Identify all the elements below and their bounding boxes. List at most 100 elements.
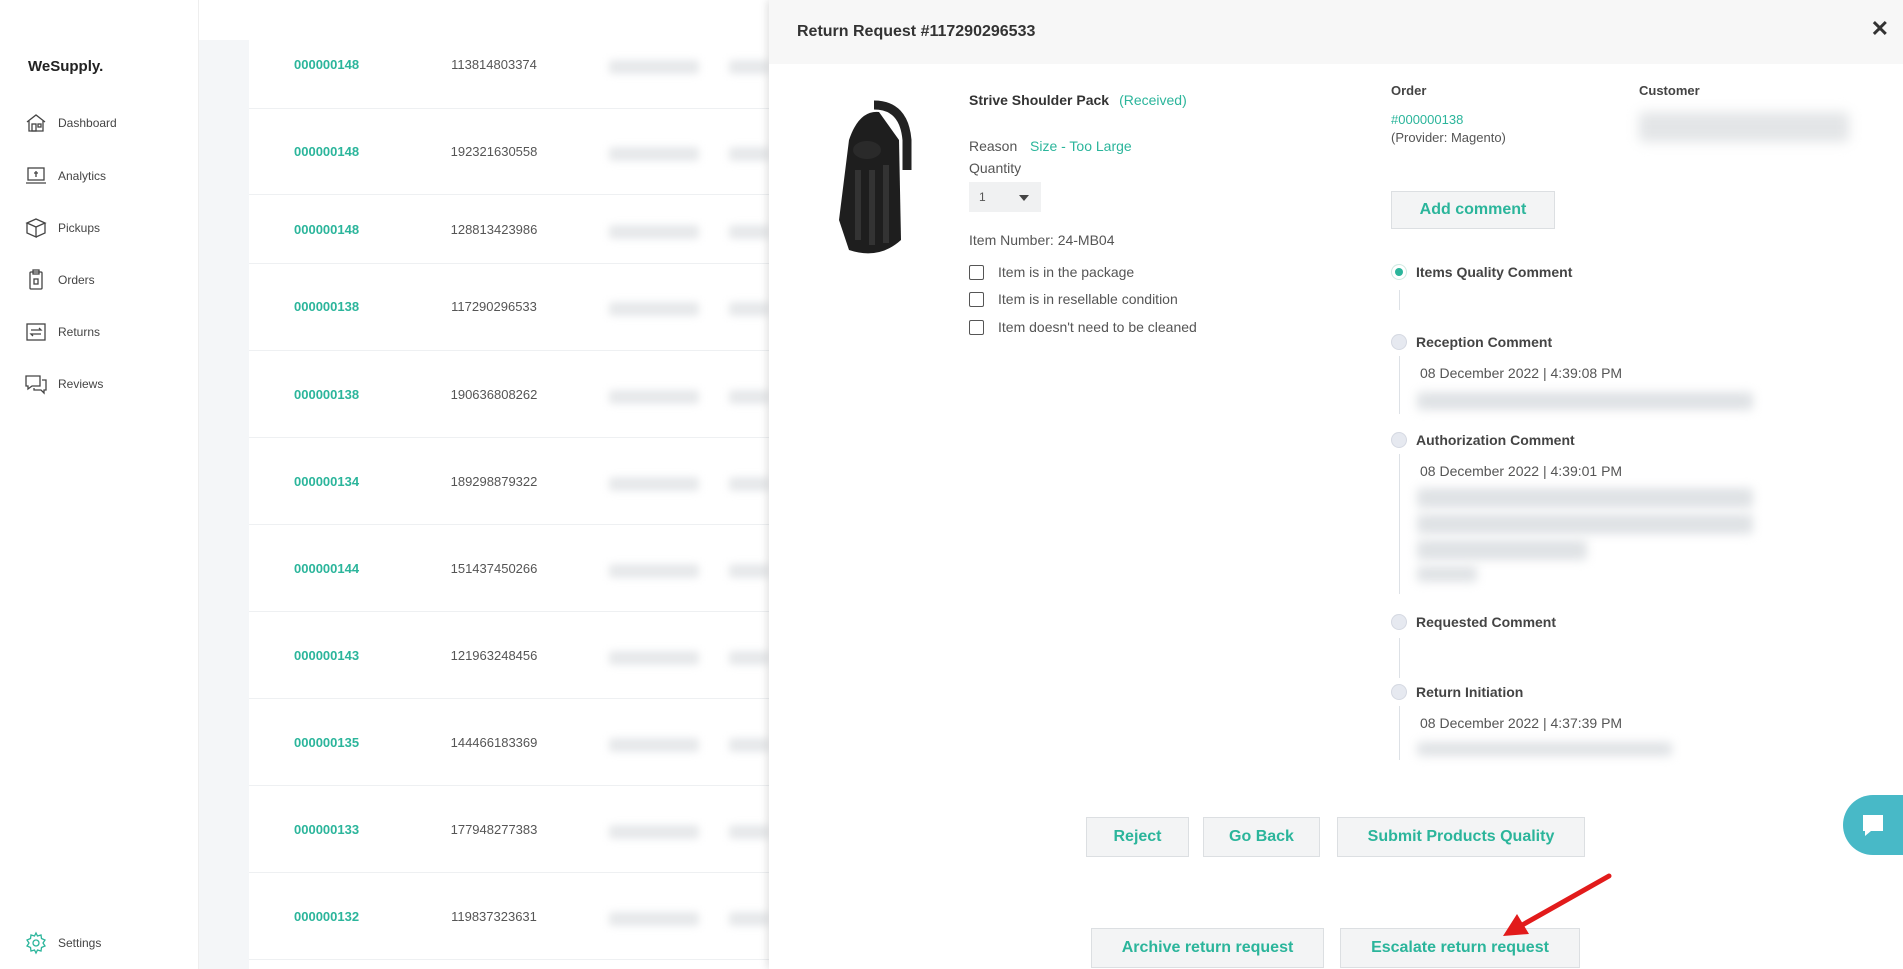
blurred-cell (609, 825, 699, 839)
order-link[interactable]: 000000135 (294, 735, 359, 750)
table-row[interactable]: 000000132 119837323631 (249, 873, 769, 960)
sidebar-item-dashboard[interactable]: Dashboard (24, 111, 117, 135)
sidebar-item-label: Settings (58, 936, 102, 950)
check-no-cleaning[interactable]: Item doesn't need to be cleaned (969, 319, 1197, 335)
reject-button[interactable]: Reject (1086, 817, 1189, 857)
order-link[interactable]: 000000143 (294, 648, 359, 663)
return-number: 151437450266 (450, 561, 538, 576)
order-link[interactable]: 000000144 (294, 561, 359, 576)
blurred-cell (729, 225, 769, 239)
chat-widget-button[interactable] (1843, 795, 1903, 855)
return-number: 119837323631 (451, 909, 537, 924)
blurred-cell (729, 825, 769, 839)
blurred-cell (729, 564, 769, 578)
modal-title: Return Request #117290296533 (797, 23, 1036, 40)
return-number: 113814803374 (451, 57, 537, 72)
order-link[interactable]: 000000134 (294, 474, 359, 489)
blurred-cell (609, 302, 699, 316)
reason-value: Size - Too Large (1030, 138, 1132, 154)
timeline-title: Authorization Comment (1416, 432, 1575, 448)
table-row[interactable]: 000000148 113814803374 (249, 40, 769, 109)
table-row[interactable]: 000000148 128813423986 (249, 195, 769, 264)
blurred-cell (729, 60, 769, 74)
comment-blurred (1417, 514, 1753, 534)
sidebar-item-analytics[interactable]: Analytics (24, 164, 106, 188)
timeline-title: Requested Comment (1416, 614, 1557, 630)
table-row[interactable]: 000000135 144466183369 (249, 699, 769, 786)
sidebar-item-label: Dashboard (58, 116, 117, 130)
sidebar-item-returns[interactable]: Returns (24, 320, 100, 344)
list-header (199, 0, 769, 40)
blurred-cell (609, 738, 699, 752)
blurred-cell (609, 564, 699, 578)
timeline-date: 08 December 2022 | 4:39:08 PM (1420, 365, 1623, 381)
order-link[interactable]: 000000133 (294, 822, 359, 837)
order-link[interactable]: 000000138 (294, 387, 359, 402)
table-row[interactable]: 000000148 192321630558 (249, 109, 769, 195)
blurred-cell (729, 477, 769, 491)
customer-info-blurred (1639, 112, 1849, 142)
checkbox-label: Item is in resellable condition (998, 291, 1178, 307)
reason-label: Reason (969, 138, 1018, 154)
timeline-dot-active (1391, 264, 1407, 280)
archive-return-request-button[interactable]: Archive return request (1091, 928, 1324, 968)
comment-blurred (1417, 392, 1753, 410)
sidebar-item-label: Analytics (58, 169, 107, 183)
order-link[interactable]: 000000148 (294, 57, 359, 72)
comment-blurred (1417, 566, 1477, 582)
analytics-icon (26, 167, 46, 184)
return-number: 121963248456 (450, 648, 538, 663)
order-link[interactable]: 000000138 (294, 299, 359, 314)
order-link[interactable]: 000000132 (294, 909, 359, 924)
sidebar-item-pickups[interactable]: Pickups (24, 216, 100, 240)
table-row[interactable]: 000000138 117290296533 (249, 264, 769, 351)
sidebar-item-label: Returns (58, 325, 101, 339)
checkbox[interactable] (969, 291, 984, 307)
sidebar-item-reviews[interactable]: Reviews (24, 372, 103, 396)
timeline-line (1399, 706, 1400, 760)
modal-header: Return Request #117290296533 ✕ (769, 0, 1903, 64)
sidebar-item-label: Reviews (58, 377, 104, 391)
product-status: (Received) (1119, 92, 1187, 108)
blurred-cell (609, 390, 699, 404)
timeline-title: Reception Comment (1416, 334, 1553, 350)
item-number: Item Number: 24-MB04 (969, 232, 1115, 248)
blurred-cell (609, 651, 699, 665)
order-link[interactable]: 000000148 (294, 144, 359, 159)
checkbox[interactable] (969, 319, 984, 335)
table-row[interactable]: 000000134 189298879322 (249, 438, 769, 525)
quantity-select[interactable]: 1 (969, 182, 1041, 212)
check-in-package[interactable]: Item is in the package (969, 264, 1134, 280)
table-row[interactable]: 000000138 190636808262 (249, 351, 769, 438)
sidebar: WeSupply. Dashboard Analytics Pickups Or… (0, 0, 199, 969)
timeline-dot (1391, 334, 1407, 350)
table-row[interactable]: 000000143 121963248456 (249, 612, 769, 699)
sidebar-item-settings[interactable]: Settings (24, 931, 101, 955)
checkbox-label: Item is in the package (998, 264, 1135, 280)
close-icon[interactable]: ✕ (1871, 18, 1889, 40)
blurred-cell (729, 147, 769, 161)
order-link[interactable]: 000000148 (294, 222, 359, 237)
timeline-date: 08 December 2022 | 4:39:01 PM (1420, 463, 1623, 479)
table-row[interactable]: 000000144 151437450266 (249, 525, 769, 612)
table-row[interactable]: 000000133 177948277383 (249, 786, 769, 873)
clipboard-icon (29, 269, 43, 290)
order-provider: (Provider: Magento) (1391, 130, 1506, 145)
order-label: Order (1391, 83, 1427, 98)
return-number: 177948277383 (450, 822, 538, 837)
blurred-cell (729, 912, 769, 926)
comment-blurred (1417, 488, 1753, 508)
sidebar-item-label: Orders (58, 273, 95, 287)
sidebar-item-orders[interactable]: Orders (24, 268, 95, 292)
return-request-modal: Return Request #117290296533 ✕ Strive Sh… (769, 0, 1903, 969)
returns-icon (26, 323, 46, 341)
go-back-button[interactable]: Go Back (1203, 817, 1320, 857)
timeline-line (1399, 290, 1400, 310)
add-comment-button[interactable]: Add comment (1391, 191, 1555, 229)
return-number: 190636808262 (450, 387, 538, 402)
check-resellable[interactable]: Item is in resellable condition (969, 291, 1178, 307)
submit-products-quality-button[interactable]: Submit Products Quality (1337, 817, 1585, 857)
checkbox[interactable] (969, 264, 984, 280)
home-icon (26, 114, 46, 132)
order-link[interactable]: #000000138 (1391, 112, 1463, 127)
